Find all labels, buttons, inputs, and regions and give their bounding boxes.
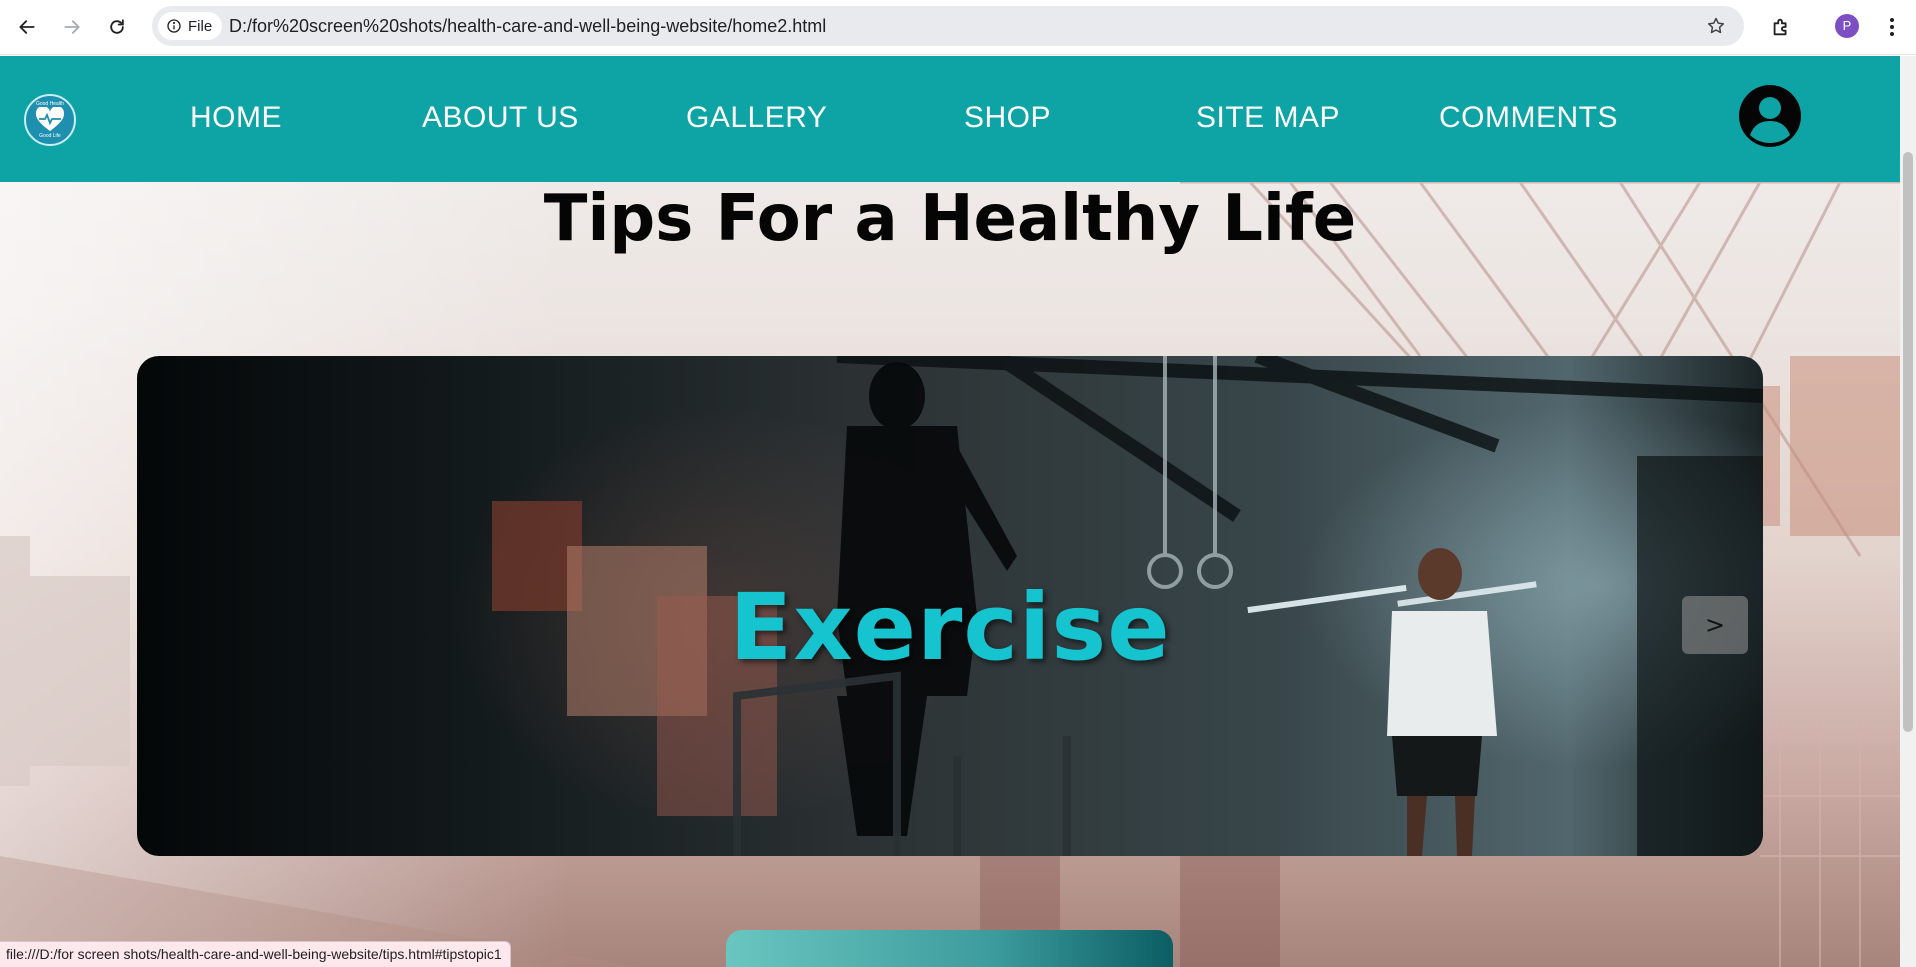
slide-title[interactable]: Exercise: [137, 574, 1763, 681]
profile-avatar[interactable]: P: [1835, 14, 1859, 38]
browser-toolbar: File D:/for%20screen%20shots/health-care…: [0, 0, 1916, 55]
page-title: Tips For a Healthy Life: [543, 182, 1357, 256]
url-text[interactable]: D:/for%20screen%20shots/health-care-and-…: [229, 6, 826, 46]
puzzle-icon: [1773, 18, 1787, 36]
scrollbar-thumb[interactable]: [1903, 152, 1913, 732]
extensions-button[interactable]: [1767, 13, 1795, 41]
address-bar[interactable]: File D:/for%20screen%20shots/health-care…: [152, 6, 1744, 46]
tips-slide: Exercise >: [137, 356, 1763, 856]
file-chip-label: File: [188, 17, 213, 35]
info-icon: [167, 19, 181, 33]
logo-bottom-text: Good Life: [39, 133, 61, 139]
user-account-icon[interactable]: [1738, 84, 1802, 148]
kebab-menu-icon[interactable]: [1882, 13, 1902, 41]
next-slide-button[interactable]: >: [1682, 596, 1748, 654]
nav-home[interactable]: HOME: [190, 101, 282, 135]
star-icon[interactable]: [1706, 16, 1726, 36]
back-button[interactable]: [13, 13, 41, 41]
next-section-card[interactable]: [726, 930, 1173, 967]
reload-button[interactable]: [103, 13, 131, 41]
forward-button[interactable]: [58, 13, 86, 41]
nav-shop[interactable]: SHOP: [964, 101, 1051, 135]
link-status-bubble: file:///D:/for screen shots/health-care-…: [0, 941, 511, 967]
page-scrollbar[interactable]: [1900, 56, 1916, 967]
site-header: Good Health Good Life HOME ABOUT US GALL…: [0, 56, 1900, 182]
page-viewport: Good Health Good Life HOME ABOUT US GALL…: [0, 56, 1900, 967]
heart-pulse-icon: [35, 107, 65, 131]
nav-site-map[interactable]: SITE MAP: [1196, 101, 1340, 135]
reload-icon: [110, 19, 124, 34]
nav-about-us[interactable]: ABOUT US: [422, 101, 579, 135]
nav-comments[interactable]: COMMENTS: [1439, 101, 1618, 135]
site-logo[interactable]: Good Health Good Life: [24, 94, 76, 146]
forward-arrow-icon: [64, 20, 80, 34]
site-info-chip[interactable]: File: [158, 12, 223, 40]
nav-gallery[interactable]: GALLERY: [686, 101, 827, 135]
back-arrow-icon: [19, 20, 35, 34]
